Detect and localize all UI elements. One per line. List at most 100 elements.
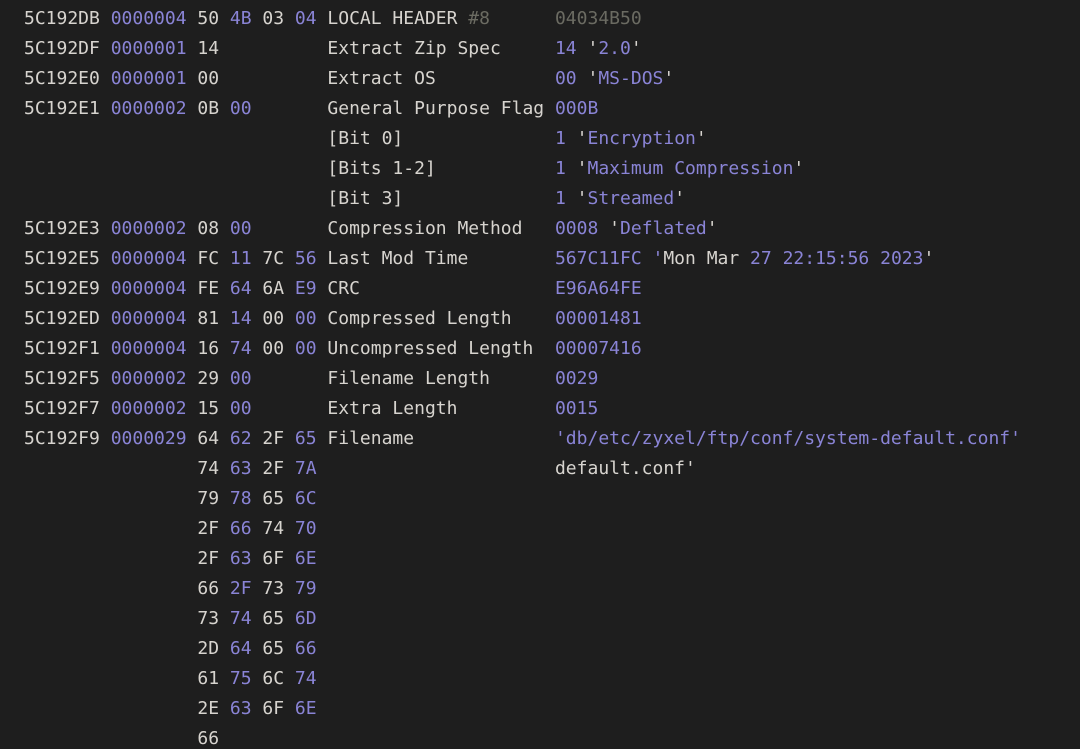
hex-bytes: 64622F65 (197, 424, 327, 454)
dump-row: 5C192E300000020800Compression Method0008… (24, 214, 1080, 244)
value: default.conf' (555, 454, 696, 484)
length (111, 694, 198, 724)
dump-row: 5C192ED000000481140000Compressed Length0… (24, 304, 1080, 334)
description: [Bits 1-2] (327, 154, 555, 184)
value: 00001481 (555, 304, 642, 334)
value: 000B (555, 94, 598, 124)
hex-bytes (197, 124, 327, 154)
description (327, 664, 555, 694)
length: 0000002 (111, 394, 198, 424)
description: Filename Length (327, 364, 555, 394)
dump-row: 5C192E100000020B00General Purpose Flag00… (24, 94, 1080, 124)
hex-bytes (197, 184, 327, 214)
offset: 5C192DF (24, 34, 111, 64)
offset (24, 694, 111, 724)
value: 0008 'Deflated' (555, 214, 718, 244)
description: Filename (327, 424, 555, 454)
length (111, 664, 198, 694)
hex-bytes: 662F7379 (197, 574, 327, 604)
length: 0000004 (111, 4, 198, 34)
value: 0029 (555, 364, 598, 394)
offset (24, 124, 111, 154)
length (111, 724, 198, 749)
hex-bytes: 61756C74 (197, 664, 327, 694)
dump-row: 5C192F700000021500Extra Length0015 (24, 394, 1080, 424)
description: CRC (327, 274, 555, 304)
hex-bytes: 504B0304 (197, 4, 327, 34)
hex-bytes: 2E636F6E (197, 694, 327, 724)
value: 1 'Maximum Compression' (555, 154, 804, 184)
value: E96A64FE (555, 274, 642, 304)
description (327, 574, 555, 604)
offset (24, 154, 111, 184)
hex-bytes (197, 154, 327, 184)
length (111, 514, 198, 544)
offset: 5C192F7 (24, 394, 111, 424)
offset (24, 664, 111, 694)
length: 0000004 (111, 274, 198, 304)
hex-dump: 5C192DB0000004504B0304LOCAL HEADER #8040… (0, 0, 1080, 749)
hex-bytes: 1500 (197, 394, 327, 424)
description: Extract Zip Spec (327, 34, 555, 64)
offset: 5C192E1 (24, 94, 111, 124)
offset (24, 184, 111, 214)
dump-row: 5C192F500000022900Filename Length0029 (24, 364, 1080, 394)
description: [Bit 3] (327, 184, 555, 214)
offset (24, 544, 111, 574)
dump-row: 5C192E90000004FE646AE9CRCE96A64FE (24, 274, 1080, 304)
offset: 5C192E0 (24, 64, 111, 94)
hex-bytes: 14 (197, 34, 327, 64)
description (327, 544, 555, 574)
offset (24, 724, 111, 749)
offset (24, 484, 111, 514)
length: 0000004 (111, 244, 198, 274)
value: 14 '2.0' (555, 34, 642, 64)
dump-row: 7978656C (24, 484, 1080, 514)
description (327, 634, 555, 664)
length: 0000002 (111, 214, 198, 244)
value: 04034B50 (555, 4, 642, 34)
offset (24, 634, 111, 664)
dump-row: 5C192DB0000004504B0304LOCAL HEADER #8040… (24, 4, 1080, 34)
hex-bytes: 00 (197, 64, 327, 94)
dump-row: 662F7379 (24, 574, 1080, 604)
dump-row: 2E636F6E (24, 694, 1080, 724)
hex-bytes: 66 (197, 724, 327, 749)
description: Compressed Length (327, 304, 555, 334)
hex-bytes: 16740000 (197, 334, 327, 364)
hex-bytes: 7978656C (197, 484, 327, 514)
length (111, 634, 198, 664)
dump-row: [Bit 3]1 'Streamed' (24, 184, 1080, 214)
value: 'db/etc/zyxel/ftp/conf/system-default.co… (555, 424, 1021, 454)
length: 0000029 (111, 424, 198, 454)
description (327, 724, 555, 749)
dump-row: 5C192E50000004FC117C56Last Mod Time567C1… (24, 244, 1080, 274)
value: 00007416 (555, 334, 642, 364)
description: Extract OS (327, 64, 555, 94)
description (327, 604, 555, 634)
hex-bytes: 2F667470 (197, 514, 327, 544)
dump-row: [Bits 1-2]1 'Maximum Compression' (24, 154, 1080, 184)
description: Extra Length (327, 394, 555, 424)
length: 0000001 (111, 34, 198, 64)
offset: 5C192F9 (24, 424, 111, 454)
hex-bytes: FE646AE9 (197, 274, 327, 304)
description (327, 514, 555, 544)
length (111, 184, 198, 214)
description: Compression Method (327, 214, 555, 244)
value: 00 'MS-DOS' (555, 64, 674, 94)
length (111, 454, 198, 484)
length: 0000004 (111, 304, 198, 334)
value: 1 'Streamed' (555, 184, 685, 214)
offset (24, 454, 111, 484)
dump-row: 7374656D (24, 604, 1080, 634)
hex-bytes: 2F636F6E (197, 544, 327, 574)
dump-row: 5C192DF000000114Extract Zip Spec14 '2.0' (24, 34, 1080, 64)
length: 0000004 (111, 334, 198, 364)
value: 1 'Encryption' (555, 124, 707, 154)
length (111, 484, 198, 514)
length (111, 574, 198, 604)
offset: 5C192ED (24, 304, 111, 334)
dump-row: 2D646566 (24, 634, 1080, 664)
offset: 5C192E9 (24, 274, 111, 304)
